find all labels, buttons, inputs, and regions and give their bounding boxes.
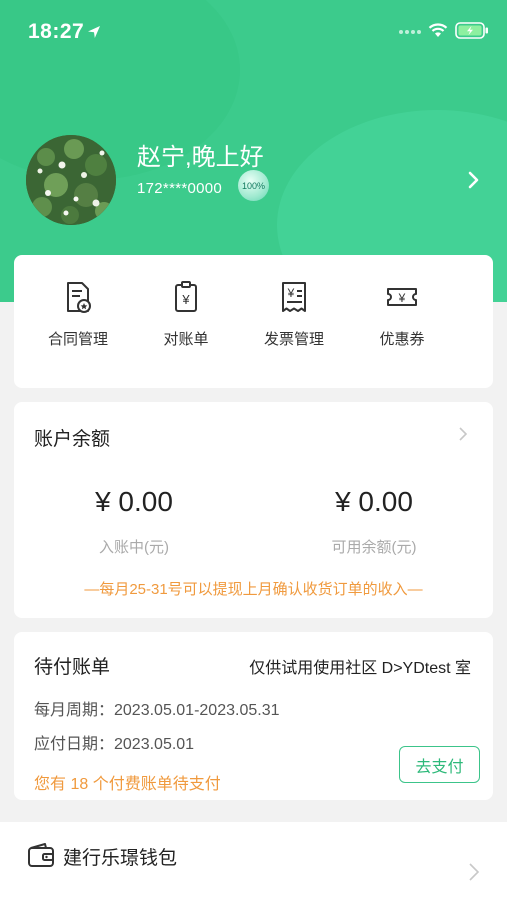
contract-icon xyxy=(67,282,91,313)
quick-action-coupon[interactable]: ¥ 优惠券 xyxy=(352,279,452,349)
bill-title: 待付账单 xyxy=(34,657,111,678)
wifi-icon xyxy=(428,23,448,37)
avatar[interactable] xyxy=(26,135,116,225)
phone-number: 172****0000 xyxy=(137,180,223,197)
signal-dots-icon xyxy=(399,30,421,34)
quick-actions-card: 合同管理 ¥ 对账单 ¥ 发票管理 ¥ 优惠券 xyxy=(14,255,493,388)
account-balance-card[interactable]: 账户余额 ¥ 0.00 ¥ 0.00 入账中(元) 可用余额(元) —每月25-… xyxy=(14,402,493,618)
bill-due-date: 应付日期：2023.05.01 xyxy=(34,736,195,753)
pending-bills-notice[interactable]: 您有 18 个付费账单待支付 xyxy=(34,770,221,794)
available-amount-label: 可用余额(元) xyxy=(331,539,417,556)
pending-amount: ¥ 0.00 xyxy=(95,486,173,517)
balance-title: 账户余额 xyxy=(34,429,111,450)
wallet-name: 建行乐璟钱包 xyxy=(63,848,178,869)
community-name: 仅供试用使用社区 D>YDtest 室 xyxy=(249,660,471,677)
battery-icon xyxy=(455,22,488,39)
pay-button[interactable]: 去支付 xyxy=(399,746,480,783)
svg-text:¥: ¥ xyxy=(287,286,295,300)
available-amount: ¥ 0.00 xyxy=(335,486,413,517)
pending-bill-card: 待付账单 仅供试用使用社区 D>YDtest 室 每月周期：2023.05.01… xyxy=(14,632,493,800)
quick-action-label: 合同管理 xyxy=(47,331,108,348)
quick-action-label: 优惠券 xyxy=(379,331,425,348)
status-time: 18:27 xyxy=(28,20,85,43)
invoice-icon: ¥ xyxy=(282,282,306,312)
statement-icon: ¥ xyxy=(175,281,197,312)
svg-text:¥: ¥ xyxy=(181,292,190,307)
location-arrow-icon xyxy=(88,26,100,38)
chevron-right-icon[interactable] xyxy=(465,170,481,190)
greeting-text: 赵宁,晚上好 xyxy=(137,144,264,171)
quick-action-contract[interactable]: 合同管理 xyxy=(28,279,128,349)
status-bar: 18:27 xyxy=(0,0,507,62)
coupon-icon: ¥ xyxy=(387,288,417,306)
wallet-icon xyxy=(28,843,54,867)
bill-period: 每月周期：2023.05.01-2023.05.31 xyxy=(34,702,280,719)
wallet-row[interactable]: 建行乐璟钱包 xyxy=(0,822,507,900)
quick-action-invoice[interactable]: ¥ 发票管理 xyxy=(244,279,344,349)
avatar-image xyxy=(26,135,116,225)
withdraw-notice: —每月25-31号可以提现上月确认收货订单的收入— xyxy=(84,581,423,598)
chevron-right-icon[interactable] xyxy=(468,862,480,882)
quick-action-label: 发票管理 xyxy=(263,331,324,348)
quick-action-label: 对账单 xyxy=(163,331,209,348)
svg-text:¥: ¥ xyxy=(398,291,406,305)
chevron-right-icon[interactable] xyxy=(458,426,468,442)
pending-amount-label: 入账中(元) xyxy=(99,539,169,556)
quick-action-statement[interactable]: ¥ 对账单 xyxy=(136,279,236,349)
completion-badge: 100% xyxy=(238,170,269,201)
